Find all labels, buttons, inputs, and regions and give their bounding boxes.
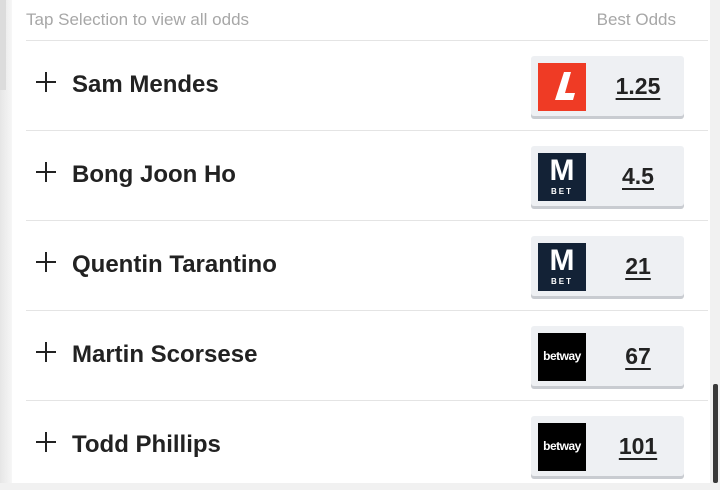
mbet-logo-icon: M BET — [538, 153, 586, 201]
selection-name[interactable]: Martin Scorsese — [72, 341, 257, 369]
odds-value[interactable]: 21 — [593, 253, 683, 280]
plus-icon[interactable] — [36, 252, 56, 272]
mbet-logo-icon: M BET — [538, 243, 586, 291]
best-odds-button[interactable]: 1.25 — [531, 56, 684, 116]
odds-value[interactable]: 101 — [593, 433, 683, 460]
plus-icon[interactable] — [36, 432, 56, 452]
best-odds-button[interactable]: M BET 21 — [531, 236, 684, 296]
selection-row[interactable]: Todd Phillips betway 101 — [26, 401, 708, 490]
selection-name[interactable]: Todd Phillips — [72, 431, 221, 459]
selection-row[interactable]: Martin Scorsese betway 67 — [26, 311, 708, 401]
corner-mark — [0, 0, 6, 90]
plus-icon[interactable] — [36, 342, 56, 362]
selection-name[interactable]: Sam Mendes — [72, 71, 219, 99]
tap-hint-text: Tap Selection to view all odds — [26, 10, 250, 29]
selection-row[interactable]: Sam Mendes 1.25 — [26, 41, 708, 131]
best-odds-button[interactable]: betway 67 — [531, 326, 684, 386]
odds-header: Tap Selection to view all odds Best Odds — [26, 0, 708, 41]
selection-name[interactable]: Quentin Tarantino — [72, 251, 277, 279]
plus-icon[interactable] — [36, 72, 56, 92]
ladbrokes-logo-icon — [538, 63, 586, 111]
best-odds-label: Best Odds — [596, 10, 676, 29]
selection-row[interactable]: Quentin Tarantino M BET 21 — [26, 221, 708, 311]
odds-value[interactable]: 4.5 — [593, 163, 683, 190]
selection-name[interactable]: Bong Joon Ho — [72, 161, 236, 189]
odds-value[interactable]: 1.25 — [593, 73, 683, 100]
betway-logo-icon: betway — [538, 333, 586, 381]
odds-value[interactable]: 67 — [593, 343, 683, 370]
plus-icon[interactable] — [36, 162, 56, 182]
best-odds-button[interactable]: betway 101 — [531, 416, 684, 476]
betway-logo-icon: betway — [538, 423, 586, 471]
selection-row[interactable]: Bong Joon Ho M BET 4.5 — [26, 131, 708, 221]
scrollbar[interactable] — [713, 384, 718, 483]
best-odds-button[interactable]: M BET 4.5 — [531, 146, 684, 206]
